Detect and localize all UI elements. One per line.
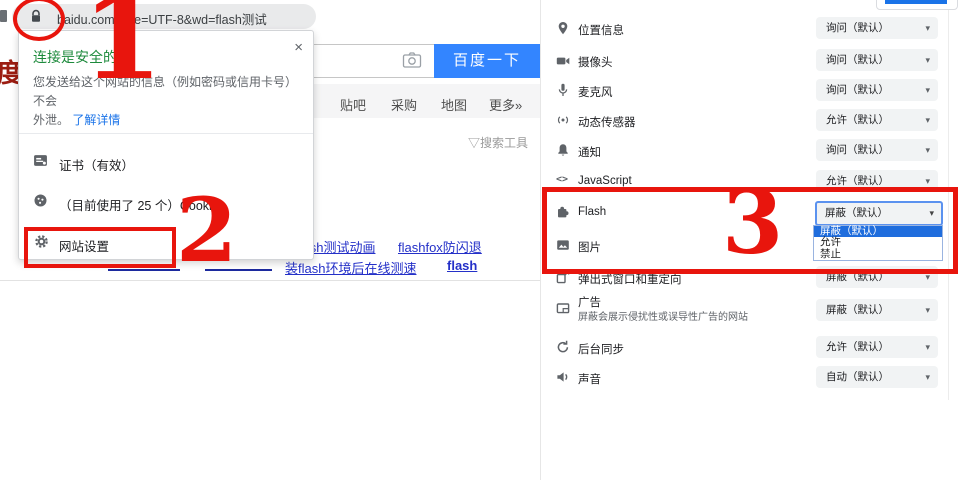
- site-info-popup: × 连接是安全的 您发送给这个网站的信息（例如密码或信用卡号）不会 外泄。 了解…: [18, 30, 314, 260]
- permission-dropdown-background-sync[interactable]: 允许（默认）▾: [816, 336, 938, 358]
- setting-label: 通知: [578, 144, 601, 160]
- chevron-down-icon: ▾: [925, 299, 930, 321]
- setting-label: 声音: [578, 371, 601, 387]
- permission-dropdown-microphone[interactable]: 询问（默认）▾: [816, 79, 938, 101]
- chevron-down-icon: ▾: [925, 336, 930, 358]
- setting-label: 动态传感器: [578, 114, 636, 130]
- permission-dropdown-camera[interactable]: 询问（默认）▾: [816, 49, 938, 71]
- search-tools[interactable]: ▽搜索工具: [468, 134, 528, 151]
- annotation-number-1: 1: [82, 0, 163, 96]
- annotation-number-3: 3: [722, 178, 783, 266]
- screenshot-root: baidu.com/s?ie=UTF-8&wd=flash测试 1 度 百度一下…: [0, 0, 960, 480]
- permission-dropdown-location[interactable]: 询问（默认）▾: [816, 17, 938, 39]
- chevron-down-icon: ▾: [925, 109, 930, 131]
- setting-label: 麦克风: [578, 84, 613, 100]
- page-divider: [0, 280, 540, 281]
- popup-description: 您发送给这个网站的信息（例如密码或信用卡号）不会 外泄。 了解详情: [33, 73, 295, 131]
- sensors-icon: [556, 113, 570, 127]
- obscured-link-underline[interactable]: [108, 269, 180, 271]
- code-icon: <>: [556, 174, 568, 185]
- setting-label: 位置信息: [578, 22, 624, 38]
- learn-more-link[interactable]: 了解详情: [72, 113, 120, 127]
- sync-icon: [556, 340, 570, 354]
- permission-dropdown-notifications[interactable]: 询问（默认）▾: [816, 139, 938, 161]
- chevron-down-icon: ▾: [925, 49, 930, 71]
- camera-icon: [556, 54, 570, 68]
- annotation-box-2: [24, 227, 176, 268]
- camera-search-icon[interactable]: [402, 51, 422, 69]
- bell-icon: [556, 143, 570, 157]
- baidu-search-button[interactable]: 百度一下: [434, 44, 540, 78]
- result-link[interactable]: 装flash环境后在线测速: [285, 258, 416, 277]
- chevron-down-icon: ▾: [925, 366, 930, 388]
- certificate-item[interactable]: 证书（有效）: [19, 151, 313, 175]
- chevron-down-icon: ▾: [925, 79, 930, 101]
- setting-label: 摄像头: [578, 54, 613, 70]
- permission-dropdown-sound[interactable]: 自动（默认）▾: [816, 366, 938, 388]
- panel-seam: [540, 0, 541, 480]
- tab-caigou[interactable]: 采购: [391, 95, 417, 114]
- tab-more[interactable]: 更多»: [489, 95, 522, 114]
- tab-map[interactable]: 地图: [441, 95, 467, 114]
- permission-dropdown-sensors[interactable]: 允许（默认）▾: [816, 109, 938, 131]
- chevron-down-icon: ▾: [925, 139, 930, 161]
- popup-separator: [19, 133, 313, 134]
- ads-icon: [556, 301, 570, 315]
- cookie-icon: [33, 193, 48, 208]
- result-link[interactable]: flash: [447, 258, 477, 273]
- permission-dropdown-ads[interactable]: 屏蔽（默认）▾: [816, 299, 938, 321]
- tab-tieba[interactable]: 贴吧: [340, 95, 366, 114]
- close-icon[interactable]: ×: [294, 39, 303, 56]
- reset-permissions-button-partial[interactable]: [876, 0, 958, 10]
- annotation-number-2: 2: [176, 186, 237, 274]
- cookie-item[interactable]: （目前使用了 25 个）Cookie: [19, 191, 313, 215]
- location-icon: [556, 21, 570, 35]
- setting-label: JavaScript: [578, 175, 632, 187]
- setting-sublabel: 屏蔽会展示侵扰性或误导性广告的网站: [578, 308, 748, 323]
- cut-off-icon: [0, 10, 7, 22]
- funnel-icon: ▽: [468, 136, 480, 150]
- setting-label: 后台同步: [578, 341, 624, 357]
- reset-button-text-fragment: [885, 0, 947, 4]
- speaker-icon: [556, 370, 570, 384]
- chevron-down-icon: ▾: [925, 17, 930, 39]
- microphone-icon: [556, 83, 570, 97]
- result-link[interactable]: flashfox防闪退: [398, 237, 482, 256]
- certificate-icon: [33, 153, 48, 168]
